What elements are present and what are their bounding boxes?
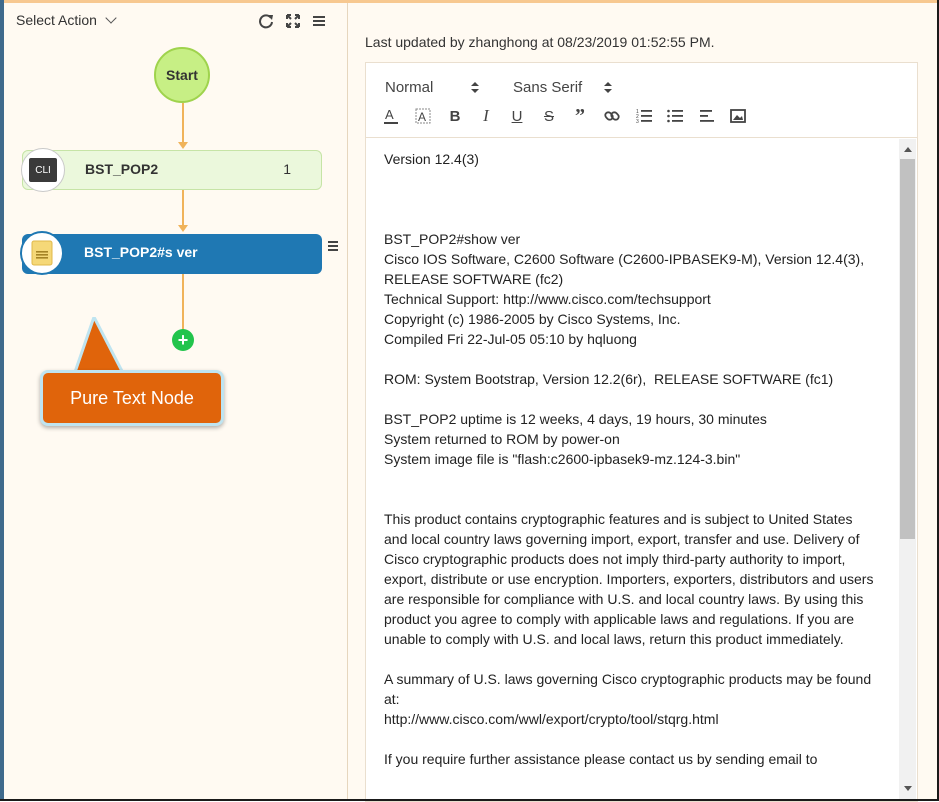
italic-icon[interactable]: I — [476, 106, 496, 126]
scroll-down-icon[interactable] — [904, 786, 912, 791]
cli-node[interactable]: CLI BST_POP2 1 — [21, 148, 322, 192]
font-select[interactable]: Sans Serif — [513, 79, 613, 96]
text-node[interactable]: BST_POP2#s ver — [20, 231, 322, 275]
svg-text:3: 3 — [636, 119, 639, 125]
editor-toolbar: Normal Sans Serif A A B I U S ” 123 — [366, 63, 917, 138]
scroll-up-icon[interactable] — [904, 147, 912, 152]
text-badge-circle — [20, 231, 64, 275]
add-node-button[interactable]: + — [172, 329, 194, 351]
svg-text:A: A — [385, 107, 394, 122]
expand-icon[interactable] — [284, 12, 302, 30]
arrow-down-icon — [178, 142, 188, 149]
blockquote-icon[interactable]: ” — [570, 105, 590, 127]
callout-box: Pure Text Node — [40, 370, 224, 426]
node-menu-icon[interactable] — [327, 239, 341, 253]
font-value: Sans Serif — [513, 79, 583, 96]
ordered-list-icon[interactable]: 123 — [634, 106, 654, 126]
background-color-icon[interactable]: A — [413, 106, 433, 126]
start-label: Start — [166, 67, 198, 83]
flow-panel: Select Action Start CLI BST_POP2 1 BST_P… — [4, 3, 348, 799]
callout-pointer — [71, 317, 127, 377]
callout-text: Pure Text Node — [70, 387, 194, 408]
font-color-icon[interactable]: A — [381, 106, 401, 126]
chevron-down-icon — [105, 12, 117, 24]
svg-text:A: A — [418, 110, 426, 124]
connector-line — [182, 274, 184, 330]
image-icon[interactable] — [728, 106, 748, 126]
text-node-label: BST_POP2#s ver — [84, 244, 198, 260]
start-node[interactable]: Start — [154, 47, 210, 103]
bullet-list-icon[interactable] — [665, 106, 685, 126]
refresh-icon[interactable] — [257, 12, 275, 30]
last-updated-text: Last updated by zhanghong at 08/23/2019 … — [365, 34, 715, 50]
connector-line — [182, 103, 184, 143]
arrow-down-icon — [178, 225, 188, 232]
cli-badge-icon: CLI — [29, 158, 57, 182]
content-panel: Last updated by zhanghong at 08/23/2019 … — [348, 3, 937, 802]
document-icon — [31, 240, 53, 266]
format-select[interactable]: Normal — [385, 79, 480, 96]
link-icon[interactable] — [602, 106, 622, 126]
rich-text-editor[interactable]: Normal Sans Serif A A B I U S ” 123 Vers… — [365, 62, 918, 802]
cli-node-count: 1 — [283, 161, 291, 177]
strike-icon[interactable]: S — [539, 106, 559, 126]
cli-badge-circle: CLI — [21, 148, 65, 192]
bold-icon[interactable]: B — [445, 106, 465, 126]
editor-content[interactable]: Version 12.4(3) BST_POP2#show ver Cisco … — [384, 149, 874, 799]
updown-icon — [471, 81, 480, 94]
updown-icon — [604, 81, 613, 94]
cli-node-label: BST_POP2 — [85, 161, 159, 177]
align-icon[interactable] — [697, 106, 717, 126]
underline-icon[interactable]: U — [507, 106, 527, 126]
scroll-thumb[interactable] — [900, 159, 915, 539]
vertical-scrollbar[interactable] — [899, 139, 916, 801]
format-value: Normal — [385, 79, 434, 96]
select-action-label: Select Action — [16, 12, 97, 28]
menu-icon[interactable] — [310, 12, 328, 30]
select-action-dropdown[interactable]: Select Action — [16, 12, 117, 28]
connector-line — [182, 190, 184, 226]
plus-icon: + — [177, 330, 189, 350]
